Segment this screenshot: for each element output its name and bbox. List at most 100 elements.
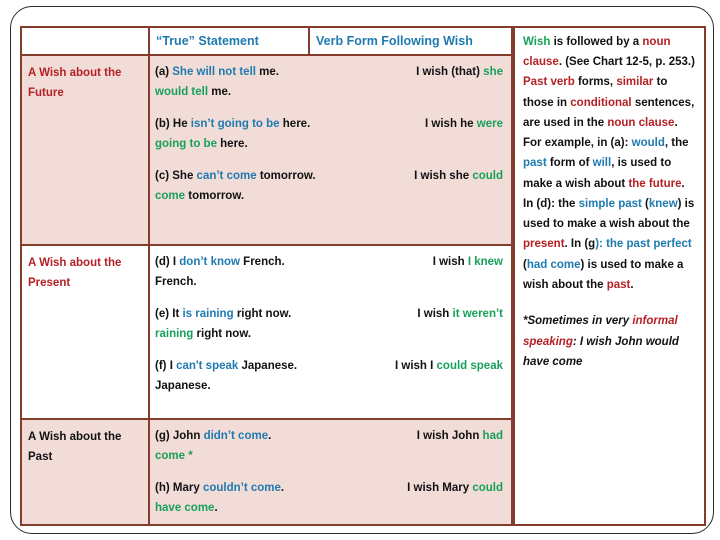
text-run: I wish [432,256,468,268]
example-continuation-text: raining right now. [155,324,381,344]
text-run: I wish I [394,359,437,372]
example-continuation: would tell me. [155,82,505,102]
text-run: , the [664,137,689,150]
text-run: knew [648,197,678,210]
text-run: I wish John [416,430,483,442]
text-run: tomorrow. [259,169,316,182]
text-run: here. [220,138,248,151]
category-cell-past: A Wish about the Past [22,420,150,524]
text-run: Mary [169,481,203,494]
example-wish-form: I wish he were [381,114,505,134]
text-run: isn’t going to be [190,117,283,130]
text-run: right now. [236,307,292,320]
example-label: (c) [155,169,170,182]
examples-cell-future: (a) She will not tell me. I wish (that) s… [150,56,511,244]
text-run: is raining [182,307,237,320]
example-entry: (e) It is raining right now. I wish it we… [155,304,505,324]
example-statement: (h) Mary couldn’t come. [155,478,381,498]
text-run: I wish [417,307,453,320]
example-statement: (g) John didn’t come. [155,426,381,446]
example-continuation: come tomorrow. [155,186,505,206]
chart-header-row: “True” Statement Verb Form Following Wis… [20,26,513,56]
example-entry: (f) I can't speak Japanese. I wish I coul… [155,356,505,376]
explanation-column: Wish is followed by a noun clause . (See … [513,26,706,526]
example-continuation: French. [155,272,505,292]
example-wish-form: I wish it weren’t [381,304,505,324]
example-label: (e) [155,307,170,320]
example-label: (a) [155,66,170,78]
example-statement: (b) He isn’t going to be here. [155,114,381,134]
example-statement: (f) I can't speak Japanese. [155,356,381,376]
example-wish-form: I wish I knew [381,252,505,272]
example-continuation-text: French. [155,272,381,292]
explanation-footnote: *Sometimes in very informal speaking: I … [523,311,698,372]
text-run: come [155,190,189,203]
text-run: I wish he [425,117,477,130]
text-run: ( [641,197,649,210]
text-run: present [523,238,565,251]
text-run: come * [155,450,193,463]
text-run: had [482,430,503,442]
example-continuation-text: come * [155,446,381,466]
text-run: . In (g [564,238,596,251]
header-cell-verb-form: Verb Form Following Wish [310,26,513,56]
text-run: were [476,117,503,130]
example-statement: (a) She will not tell me. [155,62,381,82]
example-statement: (c) She can’t come tomorrow. [155,166,381,186]
text-run: could [472,169,503,182]
text-run: I knew [467,256,503,268]
text-run: would tell [155,86,212,99]
text-run: ): the past perfect [595,238,692,251]
table-row-present: A Wish about the Present (d) I don’t kno… [20,246,513,420]
example-entry: (g) John didn’t come. I wish John had [155,426,505,446]
text-run: He [169,117,191,130]
example-continuation-text: have come. [155,498,381,518]
text-run: forms, [574,76,617,89]
chart-left-block: “True” Statement Verb Form Following Wis… [20,26,513,526]
category-label-line1: A Wish about the [28,431,122,443]
text-run: don’t know [179,256,244,268]
example-continuation-text: Japanese. [155,376,381,396]
examples-cell-past: (g) John didn’t come. I wish John had come… [150,420,511,524]
text-run: can't speak [176,359,242,372]
text-run: *Sometimes in very [523,315,633,328]
example-label: (d) [155,256,170,268]
text-run: I wish (that) [416,66,484,78]
text-run: Japanese. [155,380,211,393]
text-run: French. [243,256,285,268]
text-run: . [280,481,285,494]
example-continuation: going to be here. [155,134,505,154]
text-run: . [214,502,218,515]
examples-cell-present: (d) I don’t know French. I wish I knew Fre… [150,246,511,418]
category-label-line1: A Wish about the [28,67,122,79]
text-run: I wish she [414,169,473,182]
text-run: French. [155,276,197,289]
example-continuation: Japanese. [155,376,505,396]
example-entry: (h) Mary couldn’t come. I wish Mary could [155,478,505,498]
example-continuation: raining right now. [155,324,505,344]
example-continuation-text: would tell me. [155,82,381,102]
text-run: Past verb [523,76,575,89]
text-run: Wish [523,36,551,48]
example-continuation: have come. [155,498,505,518]
text-run: past [523,157,547,170]
example-label: (g) [155,430,170,442]
text-run: could speak [436,359,503,372]
text-run: going to be [155,138,221,151]
text-run: she [483,66,503,78]
text-run: . (See Chart 12-5, p. 253.) [558,56,695,69]
text-run: here. [282,117,311,130]
example-wish-form: I wish John had [381,426,505,446]
example-continuation: come * [155,446,505,466]
text-run: noun clause [607,116,675,129]
text-run: raining [155,328,197,341]
text-run: it weren’t [452,307,503,320]
text-run: the future [628,177,682,190]
example-entry: (b) He isn’t going to be here. I wish he … [155,114,505,134]
text-run: conditional [570,96,632,109]
category-cell-future: A Wish about the Future [22,56,150,244]
text-run: have come [155,502,215,515]
text-run: had come [526,258,581,271]
category-cell-present: A Wish about the Present [22,246,150,418]
text-run: couldn’t come [202,481,281,494]
